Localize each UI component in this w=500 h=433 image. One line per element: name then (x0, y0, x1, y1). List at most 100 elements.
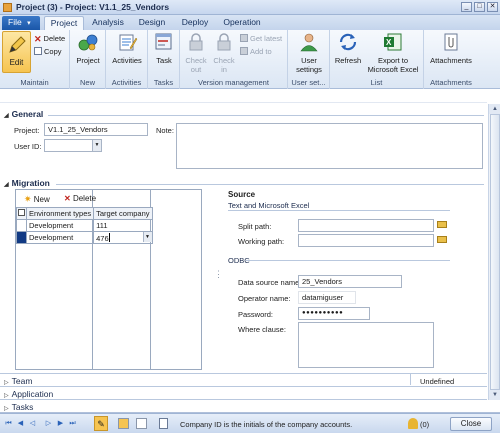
source-heading: Source (228, 190, 256, 199)
where-clause-label: Where clause: (238, 325, 286, 334)
column-target-company[interactable]: Target company (93, 207, 153, 220)
cell-target-company-editing[interactable]: 476 ▼ (93, 231, 153, 244)
table-row[interactable]: Development 111 (16, 219, 153, 232)
team-section-header[interactable]: ▷ Team (4, 376, 32, 386)
cell-environment[interactable]: Development (25, 219, 95, 232)
folder-icon[interactable] (437, 221, 447, 228)
delete-icon: ✕ (34, 34, 42, 44)
where-clause-textarea[interactable] (298, 322, 434, 368)
chevron-down-icon[interactable]: ▼ (142, 232, 152, 242)
tab-design[interactable]: Design (132, 16, 172, 30)
minimize-button[interactable]: _ (461, 2, 472, 12)
activities-button[interactable]: Activities (108, 32, 146, 65)
check-out-button[interactable]: Check out (183, 32, 209, 74)
tab-deploy[interactable]: Deploy (176, 16, 214, 30)
chevron-down-icon[interactable]: ▼ (92, 140, 101, 151)
task-button[interactable]: Task (150, 32, 178, 65)
previous-record-icon[interactable]: ◁ (28, 419, 37, 428)
notification-bell-icon[interactable] (408, 418, 418, 429)
lock-icon (217, 33, 231, 51)
column-environment-types[interactable]: Environment types (25, 207, 95, 220)
tasks-section-header[interactable]: ▷ Tasks (4, 402, 33, 412)
edit-mode-pencil-icon[interactable]: ✎ (94, 416, 108, 431)
attachments-label: Attachments (430, 56, 472, 65)
select-all-checkbox[interactable] (16, 207, 27, 220)
copy-button[interactable]: Copy (34, 46, 62, 57)
project-icon (78, 34, 98, 51)
operator-name-field[interactable]: datamiguser (298, 291, 356, 304)
form-view-icon[interactable] (136, 418, 147, 429)
attachments-button[interactable]: Attachments (426, 32, 476, 65)
data-source-name-field[interactable]: 25_Vendors (298, 275, 402, 288)
tab-project[interactable]: Project (44, 16, 84, 30)
close-form-button[interactable]: Close (450, 417, 492, 431)
group-label-maintain: Maintain (20, 78, 49, 87)
next-record-icon[interactable]: ▷ (44, 419, 53, 428)
grid-view-icon[interactable] (118, 418, 129, 429)
cell-target-company[interactable]: 111 (93, 219, 153, 232)
attachment-icon (444, 33, 458, 51)
vertical-scrollbar[interactable]: ▲ ▼ (488, 104, 500, 400)
scroll-up-icon[interactable]: ▲ (489, 104, 500, 114)
user-id-label: User ID: (14, 142, 42, 151)
next-page-icon[interactable]: ▶ (56, 419, 65, 428)
grid-delete-button[interactable]: ✕ Delete (64, 194, 96, 203)
file-menu-button[interactable]: File ▾ (2, 16, 40, 30)
group-label-new: New (79, 78, 95, 87)
task-label: Task (156, 56, 172, 65)
first-record-icon[interactable]: ⏮ (4, 419, 13, 428)
divider (410, 374, 411, 385)
team-status: Undefined (420, 377, 455, 386)
group-activities: Activities Activities (106, 30, 148, 89)
pencil-icon (8, 36, 26, 53)
note-textarea[interactable] (176, 123, 483, 169)
working-path-field[interactable] (298, 234, 434, 247)
export-excel-button[interactable]: X Export to Microsoft Excel (364, 32, 422, 74)
chevron-down-icon: ▾ (27, 20, 31, 27)
scroll-down-icon[interactable]: ▼ (489, 390, 500, 400)
export-label-2: Microsoft Excel (367, 65, 419, 74)
application-section-header[interactable]: ▷ Application (4, 389, 53, 399)
status-message: Company ID is the initials of the compan… (180, 420, 353, 429)
splitter-grip-icon[interactable]: ⋮ (214, 269, 223, 280)
tab-analysis[interactable]: Analysis (88, 16, 128, 30)
last-record-icon[interactable]: ⏭ (68, 419, 77, 428)
group-label-activities: Activities (111, 78, 142, 87)
cell-environment[interactable]: Development (25, 231, 95, 244)
grid-new-button[interactable]: ✷ New (24, 194, 50, 205)
grid-new-label: New (33, 195, 50, 204)
tab-operation[interactable]: Operation (218, 16, 266, 30)
password-field[interactable]: ●●●●●●●●●● (298, 307, 370, 320)
divider (0, 373, 487, 374)
delete-button[interactable]: ✕ Delete (34, 33, 65, 44)
group-tasks: Task Tasks (148, 30, 180, 89)
refresh-button[interactable]: Refresh (332, 32, 364, 65)
title-bar: Project (3) - Project: V1.1_25_Vendors _… (0, 0, 500, 15)
table-row[interactable]: Development 476 ▼ (16, 231, 153, 244)
maximize-button[interactable]: □ (474, 2, 485, 12)
folder-icon[interactable] (437, 236, 447, 243)
group-label-version: Version management (198, 78, 269, 87)
split-path-field[interactable] (298, 219, 434, 232)
get-latest-label: Get latest (250, 34, 283, 43)
note-label: Note: (156, 126, 174, 135)
row-selector[interactable] (16, 219, 27, 232)
get-latest-button[interactable]: Get latest (240, 33, 282, 44)
group-attachments: Attachments Attachments (424, 30, 478, 89)
migration-section-header[interactable]: ◢ Migration (4, 178, 50, 188)
new-project-button[interactable]: Project (72, 32, 104, 65)
check-in-button[interactable]: Check in (211, 32, 237, 74)
working-path-label: Working path: (238, 237, 285, 246)
add-to-button[interactable]: Add to (240, 46, 272, 57)
app-icon (3, 3, 12, 12)
row-selector[interactable] (16, 231, 27, 244)
general-section-header[interactable]: ◢ General (4, 109, 43, 119)
previous-page-icon[interactable]: ◀ (16, 419, 25, 428)
scroll-thumb[interactable] (490, 114, 500, 390)
user-id-select[interactable]: ▼ (44, 139, 102, 152)
close-window-button[interactable]: ✕ (487, 2, 498, 12)
user-settings-button[interactable]: User settings (290, 32, 328, 74)
edit-button[interactable]: Edit (2, 31, 31, 73)
project-field[interactable]: V1.1_25_Vendors (44, 123, 148, 136)
group-new: Project New (70, 30, 106, 89)
